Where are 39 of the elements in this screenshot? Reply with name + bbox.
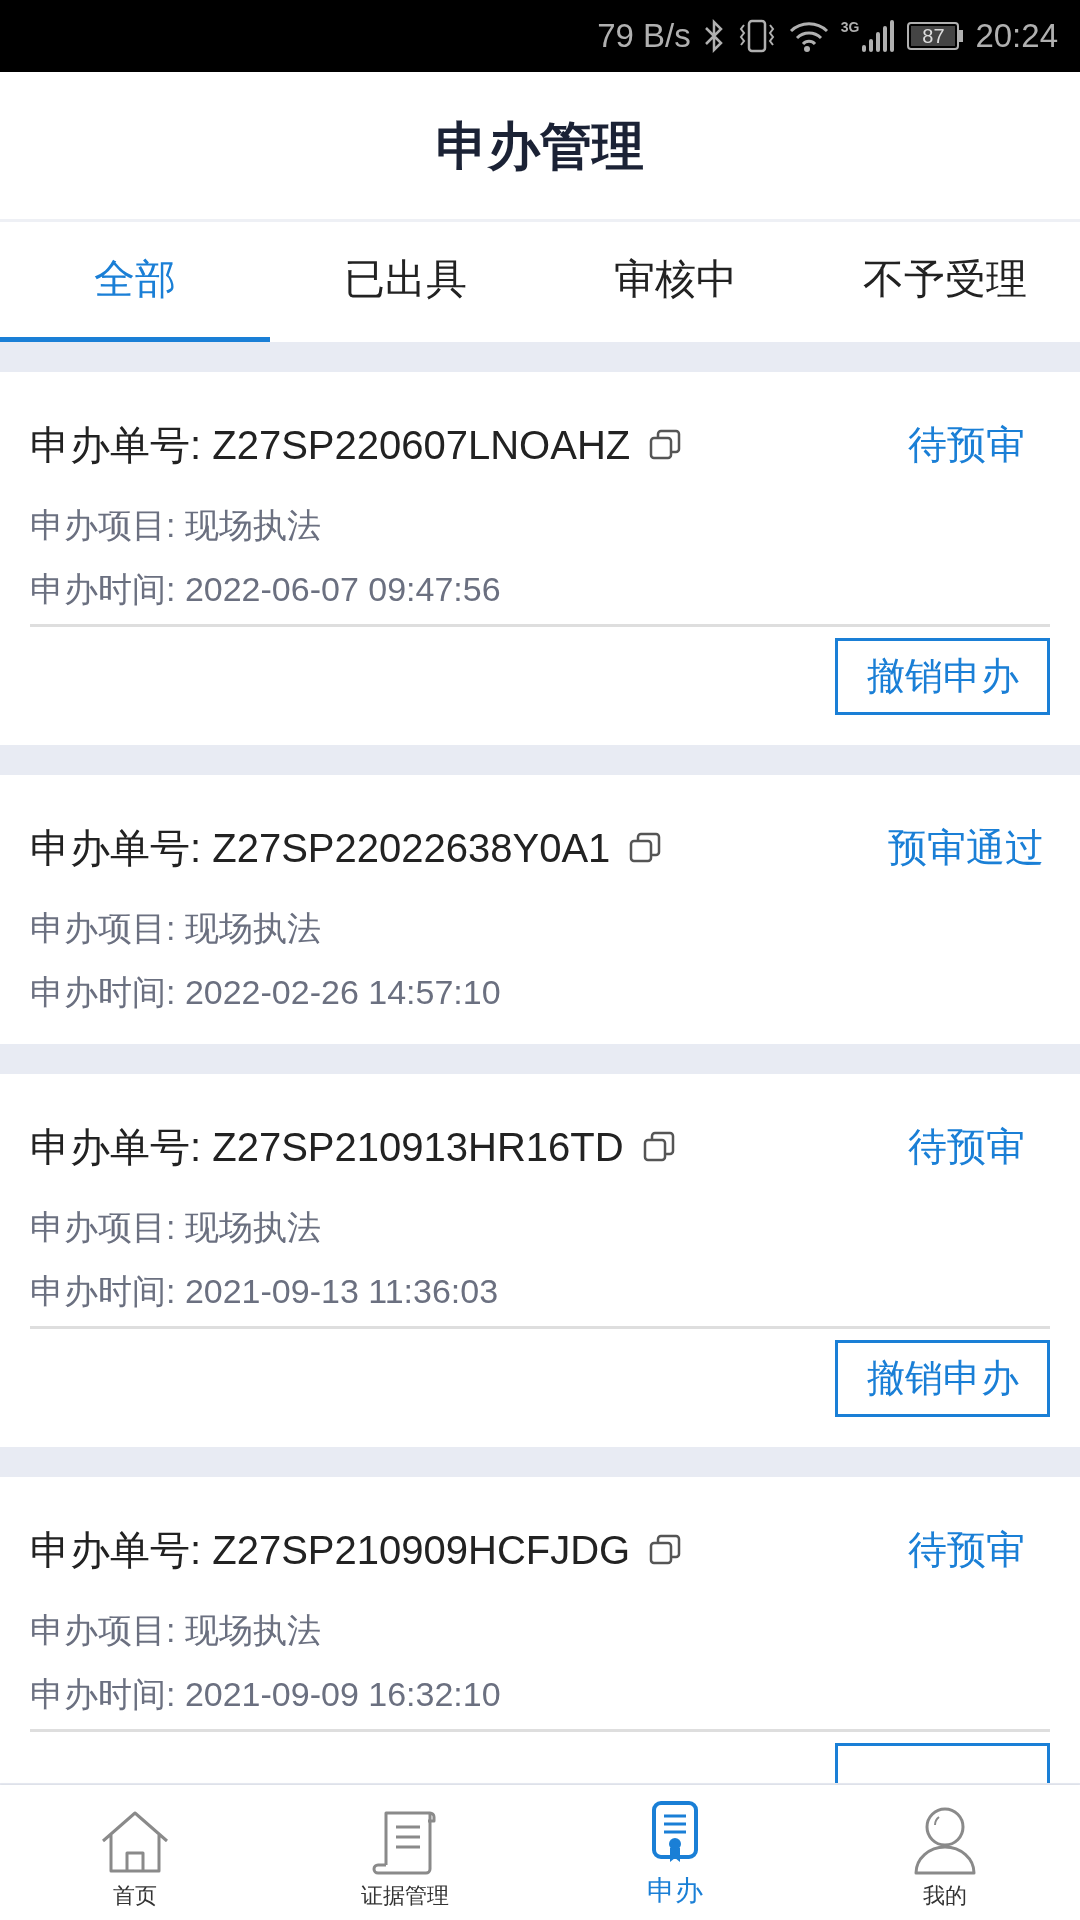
bluetooth-icon: [702, 19, 725, 53]
application-time: 申办时间: 2022-06-07 09:47:56: [30, 569, 502, 610]
signal-icon: [861, 20, 896, 52]
nav-item[interactable]: 证据管理: [270, 1785, 540, 1920]
battery-level: 87: [911, 26, 956, 46]
application-number: 申办单号: Z27SP210913HR16TD: [30, 1124, 624, 1171]
copy-icon[interactable]: [648, 1533, 683, 1567]
nav-item[interactable]: 申办: [540, 1785, 810, 1920]
status-label: 预审通过: [887, 824, 1045, 871]
tab[interactable]: 已出具: [270, 222, 540, 342]
copy-icon[interactable]: [648, 428, 683, 462]
home-icon: [99, 1809, 171, 1875]
copy-icon[interactable]: [641, 1130, 676, 1164]
application-project: 申办项目: 现场执法: [30, 505, 322, 546]
nav-item[interactable]: 我的: [810, 1785, 1080, 1920]
status-label: 待预审: [906, 421, 1026, 468]
application-project: 申办项目: 现场执法: [30, 1207, 322, 1248]
application-project: 申办项目: 现场执法: [30, 908, 322, 949]
application-number: 申办单号: Z27SP220607LNOAHZ: [30, 422, 631, 469]
copy-icon[interactable]: [628, 831, 663, 865]
clock: 20:24: [975, 16, 1058, 57]
application-project: 申办项目: 现场执法: [30, 1610, 322, 1651]
application-number: 申办单号: Z27SP22022638Y0A1: [30, 825, 611, 872]
person-icon: [912, 1805, 978, 1875]
network-type: 3G: [840, 20, 860, 34]
status-label: 待预审: [906, 1123, 1026, 1170]
application-time: 申办时间: 2022-02-26 14:57:10: [30, 972, 502, 1013]
cancel-button[interactable]: 撤销申办: [835, 1340, 1050, 1417]
application-time: 申办时间: 2021-09-13 11:36:03: [30, 1271, 500, 1312]
wifi-icon: [788, 19, 829, 53]
status-label: 待预审: [906, 1526, 1026, 1573]
tab[interactable]: 审核中: [540, 222, 810, 342]
cancel-button[interactable]: 撤销申办: [835, 638, 1050, 715]
tab[interactable]: 不予受理: [810, 222, 1080, 342]
application-time: 申办时间: 2021-09-09 16:32:10: [30, 1674, 502, 1715]
network-speed: 79 B/s: [597, 16, 691, 57]
nav-item[interactable]: 首页: [0, 1785, 270, 1920]
application-number: 申办单号: Z27SP210909HCFJDG: [30, 1527, 631, 1574]
page-title: 申办管理: [436, 115, 644, 177]
